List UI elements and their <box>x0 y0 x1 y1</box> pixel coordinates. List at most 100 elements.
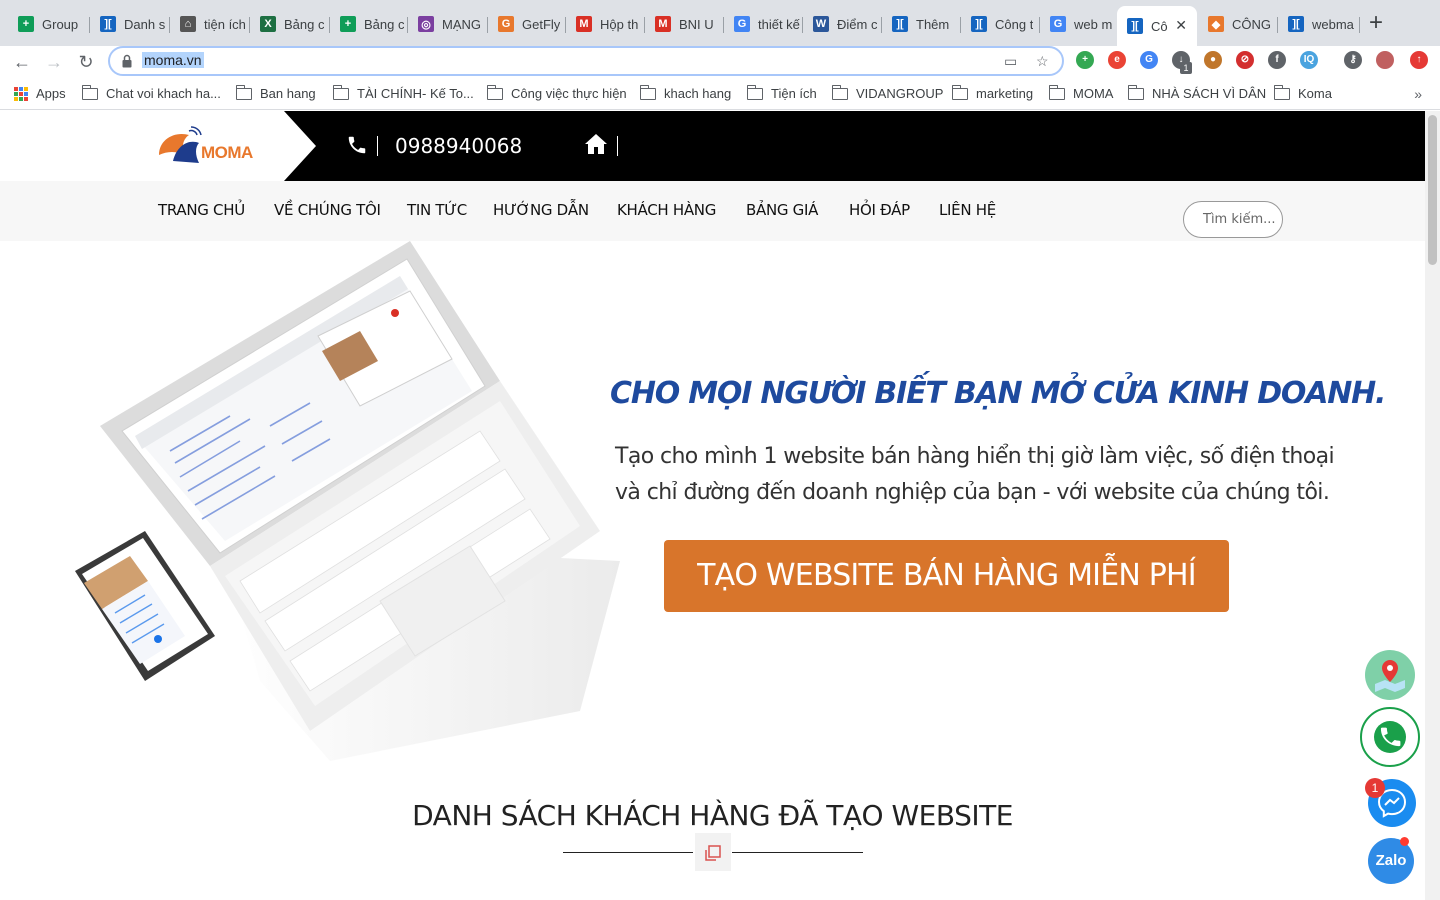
bookmark-star-icon[interactable]: ☆ <box>1036 53 1049 70</box>
folder-icon <box>639 84 656 100</box>
browser-tab[interactable]: Gthiết kế <box>724 8 803 40</box>
forward-icon[interactable]: → <box>42 50 66 74</box>
browser-tab[interactable]: G GetFly <box>488 8 566 40</box>
nav-link[interactable]: HƯỚNG DẪN <box>493 201 589 219</box>
plus-extension-icon[interactable]: + <box>1076 51 1094 69</box>
avatar[interactable] <box>1376 51 1394 69</box>
facebook-icon[interactable]: f <box>1268 51 1286 69</box>
bookmark-folder[interactable]: Koma <box>1273 84 1332 101</box>
back-icon[interactable]: ← <box>10 50 34 74</box>
page-scrollbar[interactable] <box>1425 111 1440 900</box>
search-input[interactable]: Tìm kiếm... <box>1183 201 1283 238</box>
browser-tab[interactable]: ][ webma <box>1278 8 1360 40</box>
iq-icon[interactable]: IQ <box>1300 51 1318 69</box>
browser-tab[interactable]: ][Danh s <box>90 8 170 40</box>
folder-icon <box>1127 84 1144 100</box>
circle-extension-icon[interactable]: e <box>1108 51 1126 69</box>
browser-tab[interactable]: W Điểm c <box>803 8 882 40</box>
tab-label: webma <box>1312 16 1354 32</box>
bookmark-folder[interactable]: MOMA <box>1048 84 1114 101</box>
bookmark-folder[interactable]: Công việc thực hiện <box>486 84 627 101</box>
browser-tab[interactable]: ◎ MẠNG <box>408 8 488 40</box>
block-icon[interactable]: ⊘ <box>1236 51 1254 69</box>
getfly-icon: ][ <box>1288 16 1304 32</box>
hero-title: CHO MỌI NGƯỜI BIẾT BẠN MỞ CỬA KINH DOANH… <box>610 376 1386 411</box>
nav-link[interactable]: KHÁCH HÀNG <box>617 201 716 219</box>
title-underline-left <box>563 852 693 853</box>
google-sheets-icon: + <box>340 16 356 32</box>
word-icon: W <box>813 16 829 32</box>
bookmarks-overflow-icon[interactable]: » <box>1414 86 1422 102</box>
browser-tab[interactable]: ][Cô ✕ <box>1117 6 1197 46</box>
tab-separator <box>1359 17 1360 33</box>
bookmark-label: MOMA <box>1073 86 1114 101</box>
new-tab-button[interactable]: + <box>1364 11 1388 36</box>
bookmark-folder[interactable]: Ban hang <box>235 84 316 101</box>
bookmark-label: Công việc thực hiện <box>511 86 627 101</box>
moma-logo[interactable]: MOMA <box>155 125 265 169</box>
divider <box>377 136 378 156</box>
getfly-icon: ][ <box>100 16 116 32</box>
browser-tab[interactable]: + Group <box>8 8 90 40</box>
getfly-g-icon: G <box>498 16 514 32</box>
bookmark-label: marketing <box>976 86 1034 101</box>
lock-icon: ⌂ <box>180 16 196 32</box>
map-directions-button[interactable] <box>1365 650 1415 700</box>
browser-tab[interactable]: ⌂ tiện ích <box>170 8 250 40</box>
gmail-icon: M <box>655 16 671 32</box>
browser-tab[interactable]: ][Công t <box>961 8 1040 40</box>
browser-tab[interactable]: M Hộp th <box>566 8 645 40</box>
address-bar[interactable]: moma.vn ▭ ☆ <box>108 46 1064 76</box>
folder-icon <box>235 84 252 100</box>
browser-tab[interactable]: X Bảng c <box>250 8 330 40</box>
bookmark-folder[interactable]: Chat voi khach ha... <box>81 84 221 101</box>
tab-label: BNI U <box>679 16 714 32</box>
folder-icon <box>332 84 349 100</box>
folder-icon <box>1273 84 1290 100</box>
nav-link[interactable]: TIN TỨC <box>407 201 467 219</box>
browser-tab[interactable]: + Bảng c <box>330 8 408 40</box>
update-icon[interactable]: ↑ <box>1410 51 1428 69</box>
url-text[interactable]: moma.vn <box>142 52 204 68</box>
nav-link[interactable]: LIÊN HỆ <box>939 201 996 219</box>
nav-link[interactable]: BẢNG GIÁ <box>746 201 818 219</box>
bookmark-folder[interactable]: Tiện ích <box>746 84 817 101</box>
download-count-badge: 1 <box>1180 62 1192 74</box>
browser-tab[interactable]: M BNI U <box>645 8 724 40</box>
bookmark-folder[interactable]: khach hang <box>639 84 731 101</box>
bookmark-label: Apps <box>36 86 66 101</box>
divider <box>617 136 618 156</box>
bookmark-label: Chat voi khach ha... <box>106 86 221 101</box>
bookmark-label: NHÀ SÁCH VÌ DÂN <box>1152 86 1267 101</box>
tab-label: Bảng c <box>284 16 325 32</box>
nav-link[interactable]: VỀ CHÚNG TÔI <box>274 201 381 219</box>
bookmark-folder[interactable]: NHÀ SÁCH VÌ DÂN <box>1127 84 1267 101</box>
browser-tab[interactable]: ◆ CÔNG <box>1198 8 1278 40</box>
create-website-button[interactable]: TẠO WEBSITE BÁN HÀNG MIỄN PHÍ <box>664 540 1229 612</box>
bookmark-folder[interactable]: marketing <box>951 84 1034 101</box>
hero-section: CHO MỌI NGƯỜI BIẾT BẠN MỞ CỬA KINH DOANH… <box>0 241 1425 761</box>
hero-subtitle: Tạo cho mình 1 website bán hàng hiển thị… <box>615 439 1355 511</box>
call-button[interactable] <box>1360 707 1420 767</box>
browser-tab[interactable]: ][Thêm <box>882 8 961 40</box>
translate-icon[interactable]: G <box>1140 51 1158 69</box>
tab-label: MẠNG <box>442 16 481 32</box>
nav-link[interactable]: HỎI ĐÁP <box>849 201 910 219</box>
google-icon: G <box>1050 16 1066 32</box>
scrollbar-thumb[interactable] <box>1428 115 1437 265</box>
close-tab-icon[interactable]: ✕ <box>1175 17 1187 34</box>
browser-tab[interactable]: Gweb m <box>1040 8 1117 40</box>
home-icon[interactable] <box>584 133 608 155</box>
phone-icon <box>348 136 366 154</box>
bookmark-folder[interactable]: VIDANGROUP <box>831 84 943 101</box>
bookmark-apps[interactable]: Apps <box>14 86 66 101</box>
cast-icon[interactable]: ▭ <box>1004 53 1017 70</box>
nav-link[interactable]: TRANG CHỦ <box>158 201 245 219</box>
bookmark-folder[interactable]: TÀI CHÍNH- Kế To... <box>332 84 474 101</box>
key-icon[interactable]: ⚷ <box>1344 51 1362 69</box>
reload-icon[interactable]: ↻ <box>74 50 98 74</box>
hotline-number[interactable]: 0988940068 <box>395 134 522 158</box>
cookie-icon[interactable]: ● <box>1204 51 1222 69</box>
messenger-badge: 1 <box>1365 778 1385 798</box>
phone-call-icon <box>1374 721 1406 753</box>
